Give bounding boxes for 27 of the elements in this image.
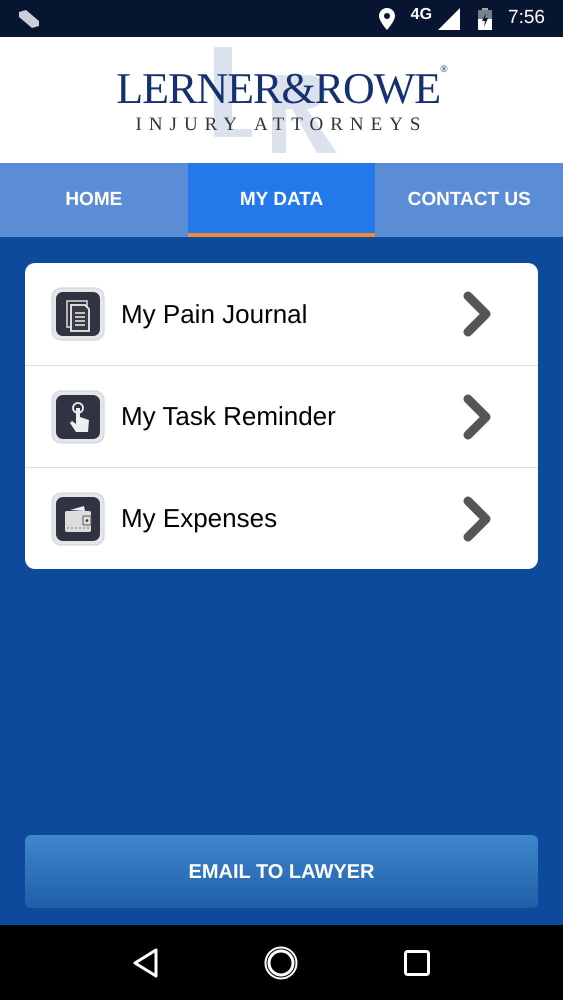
wallet-icon (51, 492, 105, 546)
network-type: 4G (410, 4, 432, 24)
recents-icon[interactable] (404, 950, 430, 976)
chevron-right-icon (462, 394, 492, 440)
nav-tab[interactable]: CONTACT US (375, 163, 563, 237)
menu-item-label: My Pain Journal (121, 298, 308, 330)
battery-icon (478, 8, 492, 30)
logo-tagline: INJURY ATTORNEYS (136, 114, 428, 134)
signal-icon (438, 8, 460, 30)
back-icon[interactable] (132, 948, 159, 978)
menu-item-label: My Expenses (121, 502, 278, 535)
menu-item-label: My Task Reminder (121, 400, 337, 433)
email-to-lawyer-button[interactable]: EMAIL TO LAWYER (25, 835, 538, 908)
touch-hand-icon (51, 390, 105, 444)
nav-tab[interactable]: MY DATA (188, 163, 376, 237)
clock-time: 7:56 (508, 6, 545, 30)
chevron-right-icon (462, 291, 492, 337)
menu-item[interactable]: My Pain Journal (25, 263, 538, 365)
menu-item[interactable]: My Task Reminder (25, 365, 538, 467)
brand-logo-text: LERNER&ROWE$^{®}$ (116, 66, 447, 110)
menu-item[interactable]: My Expenses (25, 467, 538, 569)
document-icon (51, 287, 105, 341)
location-icon (378, 8, 395, 30)
notification-icon (18, 10, 40, 28)
chevron-right-icon (462, 496, 492, 542)
home-icon[interactable] (264, 946, 298, 980)
nav-tab[interactable]: HOME (0, 163, 188, 237)
